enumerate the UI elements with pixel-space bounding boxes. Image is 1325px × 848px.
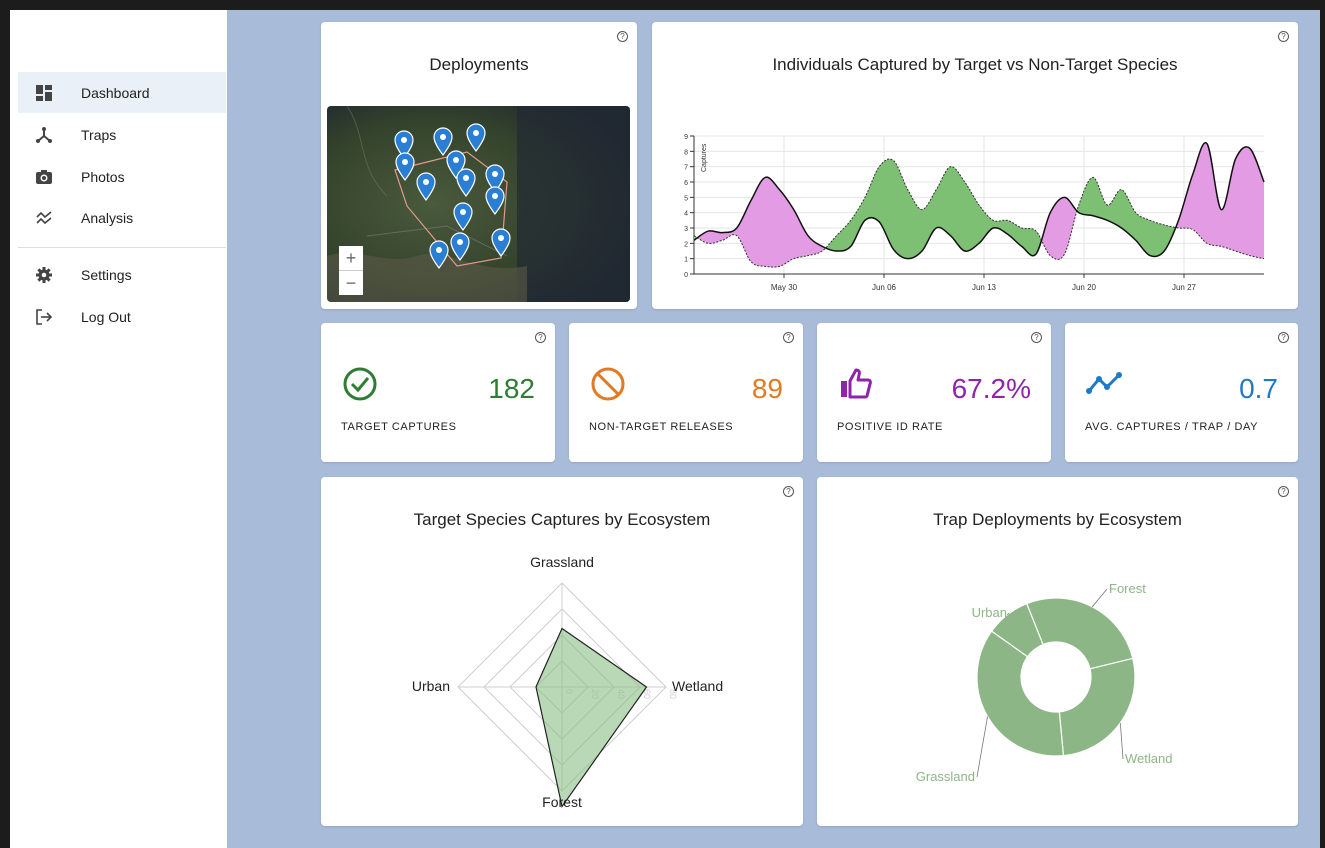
help-icon[interactable]: ?: [1278, 332, 1289, 343]
donut-slice-label: Forest: [1109, 581, 1146, 596]
radar-axis-label: Urban: [412, 678, 450, 694]
stat-label: NON-TARGET RELEASES: [589, 421, 734, 433]
radar-chart-card: ? Target Species Captures by Ecosystem 0…: [321, 477, 803, 826]
trend-icon: [1085, 365, 1125, 408]
y-tick-label: 9: [684, 134, 688, 141]
donut-chart: Forest Wetland Grassland Urban: [916, 581, 1173, 784]
y-tick-label: 4: [684, 211, 688, 218]
stat-value: 0.7: [1239, 373, 1278, 404]
donut-chart-card: ? Trap Deployments by Ecosystem Forest We…: [817, 477, 1298, 826]
x-tick-label: Jun 20: [1072, 283, 1097, 292]
sidebar-item-settings[interactable]: Settings: [18, 254, 226, 295]
sidebar-item-label: Dashboard: [81, 84, 150, 101]
map-pin-icon[interactable]: [491, 228, 511, 258]
sidebar-item-logout[interactable]: Log Out: [18, 296, 226, 337]
sidebar: Dashboard Traps Photos Analysis Settings…: [10, 10, 226, 848]
y-tick-label: 0: [684, 272, 688, 279]
gear-icon: [34, 265, 54, 285]
map-pin-icon[interactable]: [453, 202, 473, 232]
stat-card-avg-captures: ? 0.7 AVG. CAPTURES / TRAP / DAY: [1065, 323, 1298, 462]
zoom-out-button[interactable]: −: [339, 271, 363, 295]
deployments-map[interactable]: + −: [327, 106, 630, 302]
app-window: Dashboard Traps Photos Analysis Settings…: [10, 10, 1320, 848]
stat-label: AVG. CAPTURES / TRAP / DAY: [1085, 421, 1259, 433]
card-title: Individuals Captured by Target vs Non-Ta…: [772, 55, 1178, 74]
donut-slice-label: Wetland: [1125, 751, 1172, 766]
stat-card-positive-id-rate: ? 67.2% POSITIVE ID RATE: [817, 323, 1051, 462]
sidebar-item-traps[interactable]: Traps: [18, 114, 226, 155]
trap-icon: [34, 125, 54, 145]
sidebar-item-label: Analysis: [81, 209, 134, 226]
sidebar-item-photos[interactable]: Photos: [18, 156, 226, 197]
x-tick-label: Jun 27: [1172, 283, 1197, 292]
map-pin-icon[interactable]: [485, 186, 505, 216]
sidebar-item-label: Settings: [81, 266, 132, 283]
donut-slice-label: Grassland: [916, 769, 975, 784]
analysis-icon: [34, 208, 54, 228]
camera-icon: [34, 167, 54, 187]
sidebar-item-label: Traps: [81, 126, 117, 143]
sidebar-item-label: Photos: [81, 168, 125, 185]
dashboard-content: ? Deployments + − ? Individuals Captured…: [227, 10, 1320, 848]
map-pins: [394, 123, 511, 270]
captures-timeline-card: ? Individuals Captured by Target vs Non-…: [652, 22, 1298, 309]
help-icon[interactable]: ?: [783, 486, 794, 497]
stat-card-target-captures: ? 182 TARGET CAPTURES: [321, 323, 555, 462]
stat-value: 67.2%: [951, 373, 1031, 404]
map-pin-icon[interactable]: [456, 168, 476, 198]
y-axis-label: Captures: [701, 143, 708, 172]
x-tick-label: May 30: [771, 283, 798, 292]
help-icon[interactable]: ?: [1031, 332, 1042, 343]
area-chart: 0 1 2 3 4 5 6 7 8 9 May 30 Jun 06 Jun 13 Jun 20 Jun 27…: [684, 134, 1265, 292]
sidebar-divider: [18, 247, 226, 248]
donut-slice: [1058, 657, 1136, 757]
sidebar-item-dashboard[interactable]: Dashboard: [18, 72, 226, 113]
card-title: Trap Deployments by Ecosystem: [933, 510, 1182, 529]
zoom-in-button[interactable]: +: [339, 246, 363, 271]
radar-chart: 020406080GrasslandWetlandForestUrban: [412, 554, 723, 810]
help-icon[interactable]: ?: [1278, 31, 1289, 42]
map-pin-icon[interactable]: [429, 240, 449, 270]
block-icon: [589, 365, 627, 408]
map-pin-icon[interactable]: [433, 127, 453, 157]
radar-axis-label: Grassland: [530, 554, 594, 570]
y-tick-label: 6: [684, 180, 688, 187]
y-tick-label: 8: [684, 149, 688, 156]
map-pin-icon[interactable]: [450, 232, 470, 262]
map-pin-icon[interactable]: [466, 123, 486, 153]
y-tick-label: 3: [684, 226, 688, 233]
stat-value: 182: [488, 373, 535, 404]
card-title: Deployments: [429, 55, 529, 74]
y-tick-label: 2: [684, 241, 688, 248]
logout-icon: [34, 307, 54, 327]
card-title: Target Species Captures by Ecosystem: [413, 510, 711, 529]
y-tick-label: 1: [684, 257, 688, 264]
map-pin-icon[interactable]: [416, 172, 436, 202]
sidebar-item-label: Log Out: [81, 308, 131, 325]
help-icon[interactable]: ?: [535, 332, 546, 343]
stat-label: TARGET CAPTURES: [341, 421, 457, 433]
stat-value: 89: [751, 373, 783, 404]
help-icon[interactable]: ?: [1278, 486, 1289, 497]
stat-card-nontarget-releases: ? 89 NON-TARGET RELEASES: [569, 323, 803, 462]
x-tick-label: Jun 13: [972, 283, 997, 292]
check-circle-icon: [341, 365, 379, 408]
help-icon[interactable]: ?: [783, 332, 794, 343]
stat-label: POSITIVE ID RATE: [837, 421, 943, 433]
thumbs-up-icon: [837, 365, 875, 408]
donut-slice: [1025, 597, 1134, 670]
dashboard-icon: [34, 83, 54, 103]
map-pin-icon[interactable]: [395, 152, 415, 182]
donut-slice-label: Urban: [972, 605, 1007, 620]
radar-axis-label: Wetland: [672, 678, 723, 694]
radar-series-area: [535, 627, 648, 809]
radar-axis-label: Forest: [542, 794, 582, 810]
help-icon[interactable]: ?: [617, 31, 628, 42]
deployments-card: ? Deployments + −: [321, 22, 637, 309]
x-tick-label: Jun 06: [872, 283, 897, 292]
y-tick-label: 7: [684, 165, 688, 172]
sidebar-item-analysis[interactable]: Analysis: [18, 197, 226, 238]
y-tick-label: 5: [684, 195, 688, 202]
